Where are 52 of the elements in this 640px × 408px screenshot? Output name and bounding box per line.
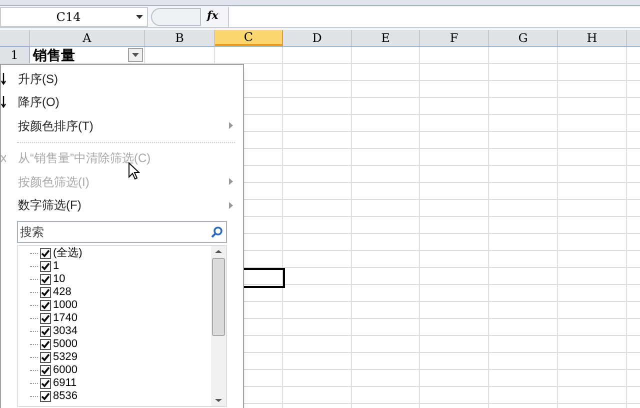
value-label: 8536: [53, 391, 78, 402]
menu-item[interactable]: 降序(O): [1, 90, 243, 114]
column-header[interactable]: D: [283, 30, 352, 46]
value-label: 1740: [53, 313, 78, 324]
value-label: 10: [53, 274, 66, 285]
menu-item[interactable]: 数字筛选(F): [1, 194, 243, 217]
checkbox[interactable]: [40, 261, 51, 272]
submenu-arrow-icon: [229, 122, 233, 130]
sort-arrow-icon: [1, 72, 6, 85]
checkbox[interactable]: [40, 287, 51, 298]
insert-function-button[interactable]: fx: [207, 8, 223, 25]
column-header[interactable]: F: [420, 30, 489, 46]
checkbox[interactable]: [40, 352, 51, 363]
value-label: 5000: [53, 339, 78, 350]
checkbox[interactable]: [40, 326, 51, 337]
filter-dropdown-button[interactable]: [128, 48, 143, 62]
value-label: (全选): [53, 248, 82, 259]
value-label: 428: [53, 287, 72, 298]
checkbox[interactable]: [40, 300, 51, 311]
submenu-arrow-icon: [229, 202, 233, 209]
value-label: 1: [53, 261, 60, 272]
value-label: 1000: [53, 300, 78, 311]
search-icon: [211, 226, 223, 238]
search-field[interactable]: 搜索: [17, 221, 227, 243]
sort-arrow-icon: [1, 96, 6, 108]
scrollbar[interactable]: [211, 246, 226, 406]
caret-icon: [132, 53, 139, 57]
row-header[interactable]: 1: [0, 47, 30, 63]
value-label: 6000: [53, 365, 78, 376]
column-header[interactable]: G: [489, 30, 558, 46]
checkbox[interactable]: [40, 274, 51, 285]
submenu-arrow-icon: [229, 178, 233, 186]
name-box[interactable]: C14: [0, 6, 148, 26]
checkbox[interactable]: [40, 313, 51, 324]
menu-item[interactable]: 升序(S): [1, 67, 243, 90]
menu-item[interactable]: 按颜色排序(T): [1, 114, 243, 138]
checkbox[interactable]: [40, 391, 51, 402]
column-header[interactable]: E: [352, 30, 420, 46]
checkbox[interactable]: [40, 248, 51, 259]
table-cell-text: 销售量: [33, 48, 76, 62]
dropdown-caret-icon[interactable]: [136, 14, 143, 18]
value-label: 3034: [53, 326, 78, 337]
checkbox[interactable]: [40, 365, 51, 376]
scrollbar-thumb[interactable]: [212, 258, 225, 336]
value-label: 5329: [53, 352, 78, 363]
checkbox[interactable]: [40, 378, 51, 389]
value-label: 6911: [53, 378, 77, 389]
column-header[interactable]: H: [558, 30, 627, 46]
column-header[interactable]: C: [215, 30, 283, 46]
formula-input[interactable]: [228, 6, 640, 26]
column-header[interactable]: A: [30, 30, 145, 46]
checkbox[interactable]: [40, 339, 51, 350]
